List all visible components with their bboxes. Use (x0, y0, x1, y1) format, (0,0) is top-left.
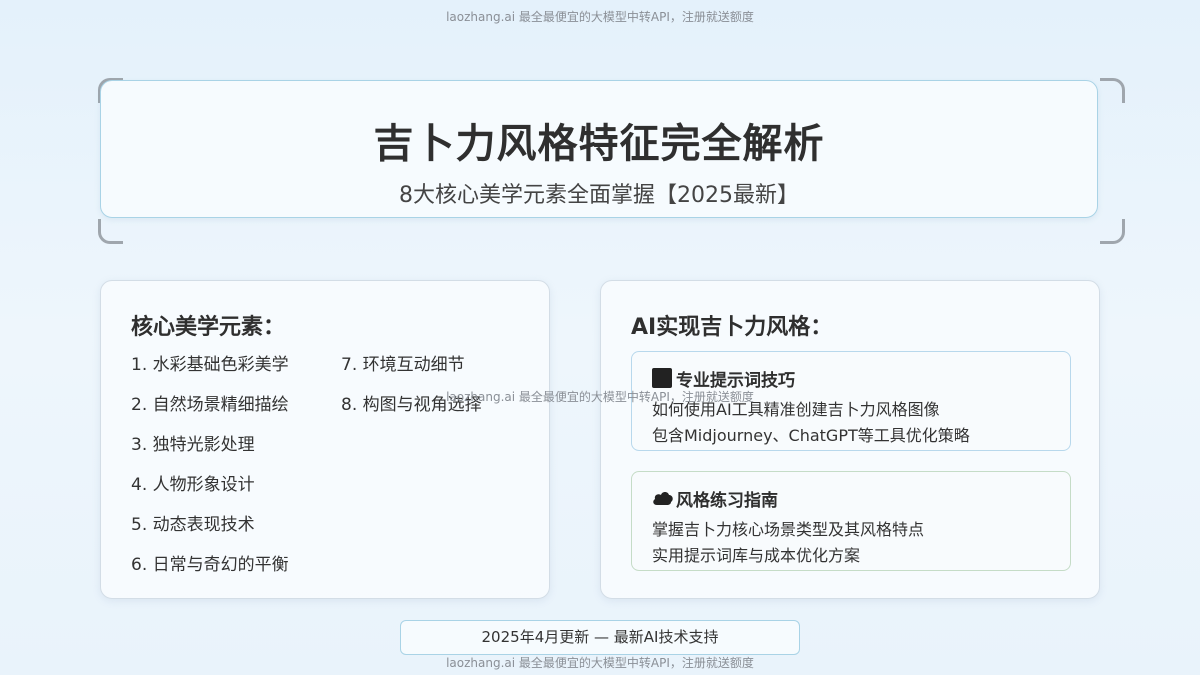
list-item: 6. 日常与奇幻的平衡 (131, 555, 289, 575)
corner-bracket-bottom-left (98, 219, 123, 244)
black-square-icon (652, 368, 672, 388)
watermark-bottom: laozhang.ai 最全最便宜的大模型中转API，注册就送额度 (446, 656, 754, 670)
corner-bracket-top-right (1100, 78, 1125, 103)
style-practice-line-1: 掌握吉卜力核心场景类型及其风格特点 (652, 520, 925, 539)
aesthetics-panel-title: 核心美学元素： (131, 315, 286, 340)
update-footer-badge: 2025年4月更新 — 最新AI技术支持 (400, 620, 800, 655)
style-practice-heading: 风格练习指南 (676, 490, 778, 511)
style-practice-line-2: 实用提示词库与成本优化方案 (652, 546, 861, 565)
prompt-tips-line-2: 包含Midjourney、ChatGPT等工具优化策略 (652, 426, 970, 445)
list-item: 7. 环境互动细节 (341, 355, 465, 375)
prompt-tips-heading: 专业提示词技巧 (676, 370, 795, 391)
list-item: 5. 动态表现技术 (131, 515, 255, 535)
corner-bracket-bottom-right (1100, 219, 1125, 244)
ai-style-panel-title: AI实现吉卜力风格： (631, 315, 833, 340)
page-subtitle: 8大核心美学元素全面掌握【2025最新】 (399, 183, 799, 208)
ai-style-panel: AI实现吉卜力风格： 专业提示词技巧 如何使用AI工具精准创建吉卜力风格图像 包… (600, 280, 1100, 599)
title-card: 吉卜力风格特征完全解析 8大核心美学元素全面掌握【2025最新】 (100, 80, 1098, 218)
watermark-middle: laozhang.ai 最全最便宜的大模型中转API，注册就送额度 (446, 390, 754, 404)
style-practice-card: 风格练习指南 掌握吉卜力核心场景类型及其风格特点 实用提示词库与成本优化方案 (631, 471, 1071, 571)
page-title: 吉卜力风格特征完全解析 (373, 121, 825, 167)
aesthetics-panel: 核心美学元素： 1. 水彩基础色彩美学 2. 自然场景精细描绘 3. 独特光影处… (100, 280, 550, 599)
list-item: 1. 水彩基础色彩美学 (131, 355, 289, 375)
watermark-top: laozhang.ai 最全最便宜的大模型中转API，注册就送额度 (446, 10, 754, 24)
list-item: 3. 独特光影处理 (131, 435, 255, 455)
cloud-icon (652, 490, 674, 506)
list-item: 4. 人物形象设计 (131, 475, 255, 495)
